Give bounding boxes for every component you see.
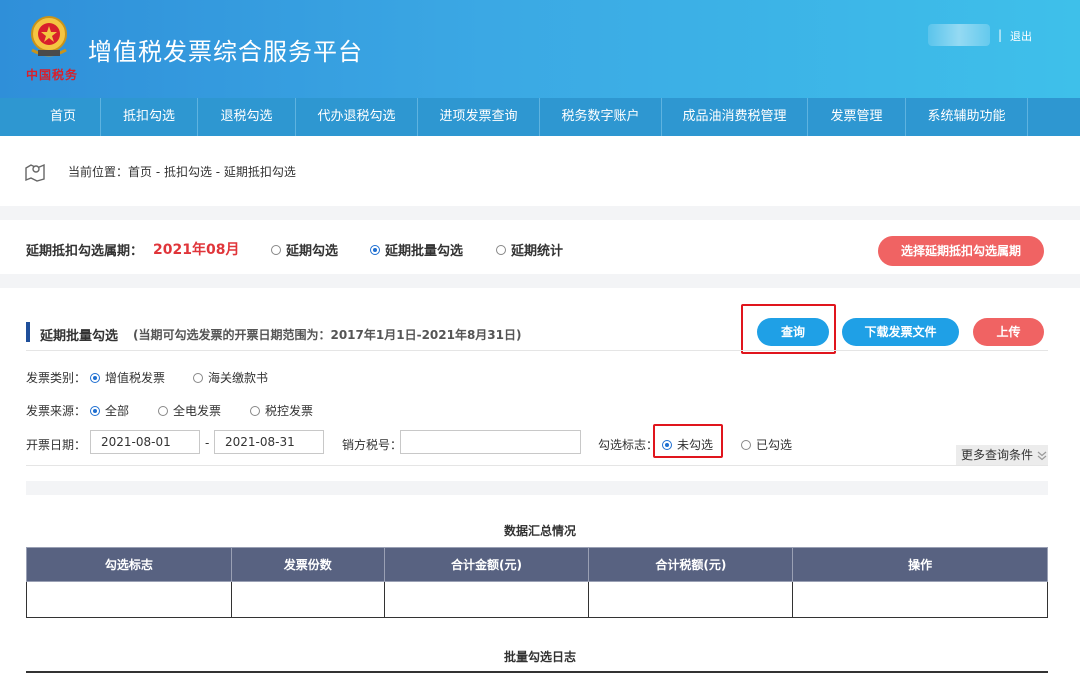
invoice-source-label: 发票来源： <box>26 404 87 418</box>
nav-item-agent-refund-select[interactable]: 代办退税勾选 <box>296 98 417 136</box>
date-separator: - <box>205 436 210 450</box>
section-divider-line <box>26 350 1048 351</box>
main-nav: 首页 抵扣勾选 退税勾选 代办退税勾选 进项发票查询 税务数字账户 成品油消费税… <box>0 98 1080 136</box>
user-name-blurred <box>928 24 990 46</box>
emblem-caption: 中国税务 <box>26 68 79 82</box>
radio-vat-invoice[interactable]: 增值税发票 <box>90 369 165 386</box>
highlight-box-query <box>741 304 836 354</box>
radio-label: 已勾选 <box>756 438 793 452</box>
period-value: 2021年08月 <box>153 242 240 258</box>
radio-label: 延期勾选 <box>286 244 339 259</box>
section-date-range-note: (当期可勾选发票的开票日期范围为：2017年1月1日-2021年8月31日) <box>133 328 522 342</box>
breadcrumb-prefix: 当前位置： <box>68 165 129 179</box>
table-row <box>26 581 1048 618</box>
radio-label: 延期批量勾选 <box>385 244 464 259</box>
radio-circle <box>741 439 751 450</box>
radio-customs-payment[interactable]: 海关缴款书 <box>193 369 268 386</box>
col-check-flag: 勾选标志 <box>26 547 232 582</box>
radio-circle-selected <box>370 244 380 255</box>
col-operation: 操作 <box>792 547 1048 582</box>
download-invoice-file-button[interactable]: 下载发票文件 <box>842 318 959 346</box>
radio-label: 延期统计 <box>511 244 564 259</box>
section-divider <box>0 274 1080 288</box>
radio-source-all[interactable]: 全部 <box>90 402 129 419</box>
radio-circle-selected <box>90 372 100 383</box>
invoice-type-label: 发票类别： <box>26 371 87 385</box>
radio-label: 税控发票 <box>265 404 314 418</box>
section-divider <box>0 206 1080 220</box>
nav-item-refund-select[interactable]: 退税勾选 <box>198 98 295 136</box>
radio-deferred-batch-select[interactable]: 延期批量勾选 <box>370 240 463 259</box>
seller-tax-id-label: 销方税号： <box>342 438 403 452</box>
logout-link[interactable]: 退出 <box>1010 28 1032 44</box>
more-query-label: 更多查询条件 <box>961 448 1034 462</box>
upload-button[interactable]: 上传 <box>973 318 1044 346</box>
radio-circle <box>250 405 260 416</box>
radio-circle <box>193 372 203 383</box>
radio-label: 全电发票 <box>173 404 222 418</box>
highlight-box-unchecked <box>653 424 723 458</box>
summary-table: 勾选标志 发票份数 合计金额(元) 合计税额(元) 操作 <box>26 547 1048 618</box>
more-query-conditions-button[interactable]: 更多查询条件 <box>956 445 1048 465</box>
tax-emblem-icon <box>31 16 67 57</box>
form-divider-line <box>26 465 1048 466</box>
header-separator: | <box>998 28 1003 42</box>
radio-label: 全部 <box>105 404 130 418</box>
breadcrumb: 当前位置：首页 - 抵扣勾选 - 延期抵扣勾选 <box>68 163 296 180</box>
radio-deferred-select[interactable]: 延期勾选 <box>271 240 338 259</box>
date-to-input[interactable]: 2021-08-31 <box>214 430 324 454</box>
nav-item-input-invoice-query[interactable]: 进项发票查询 <box>418 98 539 136</box>
table-cell <box>26 581 232 618</box>
radio-circle <box>496 244 506 255</box>
table-cell <box>588 581 794 618</box>
col-total-tax: 合计税额(元) <box>588 547 794 582</box>
radio-source-full-electronic[interactable]: 全电发票 <box>158 402 221 419</box>
map-location-icon <box>25 163 45 182</box>
radio-checked[interactable]: 已勾选 <box>741 436 792 453</box>
table-cell <box>383 581 590 618</box>
nav-item-deduction-select[interactable]: 抵扣勾选 <box>101 98 197 136</box>
col-invoice-count: 发票份数 <box>230 547 385 582</box>
radio-source-tax-control[interactable]: 税控发票 <box>250 402 313 419</box>
nav-item-invoice-management[interactable]: 发票管理 <box>808 98 905 136</box>
table-cell <box>792 581 1048 618</box>
radio-deferred-statistics[interactable]: 延期统计 <box>496 240 563 259</box>
nav-item-oil-tax-management[interactable]: 成品油消费税管理 <box>662 98 807 136</box>
nav-item-tax-digital-account[interactable]: 税务数字账户 <box>540 98 661 136</box>
date-from-input[interactable]: 2021-08-01 <box>90 430 200 454</box>
summary-caption: 数据汇总情况 <box>503 524 576 538</box>
section-title: 延期批量勾选 <box>40 329 119 344</box>
site-title: 增值税发票综合服务平台 <box>88 38 363 66</box>
radio-label: 海关缴款书 <box>208 371 269 385</box>
section-divider <box>26 481 1048 495</box>
breadcrumb-path: 首页 - 抵扣勾选 - 延期抵扣勾选 <box>128 165 296 179</box>
select-period-button[interactable]: 选择延期抵扣勾选属期 <box>878 236 1044 266</box>
seller-tax-id-input[interactable] <box>400 430 581 454</box>
check-flag-label: 勾选标志： <box>598 438 659 452</box>
batch-log-caption: 批量勾选日志 <box>503 650 576 664</box>
radio-circle-selected <box>90 405 100 416</box>
col-total-amount: 合计金额(元) <box>383 547 590 582</box>
period-label: 延期抵扣勾选属期： <box>26 244 144 259</box>
nav-item-home[interactable]: 首页 <box>26 98 100 136</box>
header-banner: 中国税务 增值税发票综合服务平台 | 退出 <box>0 0 1080 98</box>
radio-circle <box>271 244 281 255</box>
radio-label: 增值税发票 <box>105 371 166 385</box>
section-accent-bar <box>26 322 30 342</box>
issue-date-label: 开票日期： <box>26 438 87 452</box>
radio-circle <box>158 405 168 416</box>
table-header-row: 勾选标志 发票份数 合计金额(元) 合计税额(元) 操作 <box>26 547 1048 582</box>
log-table-top-border <box>26 671 1048 673</box>
nav-item-system-tools[interactable]: 系统辅助功能 <box>906 98 1027 136</box>
double-chevron-down-icon <box>1037 451 1047 460</box>
table-cell <box>230 581 385 618</box>
